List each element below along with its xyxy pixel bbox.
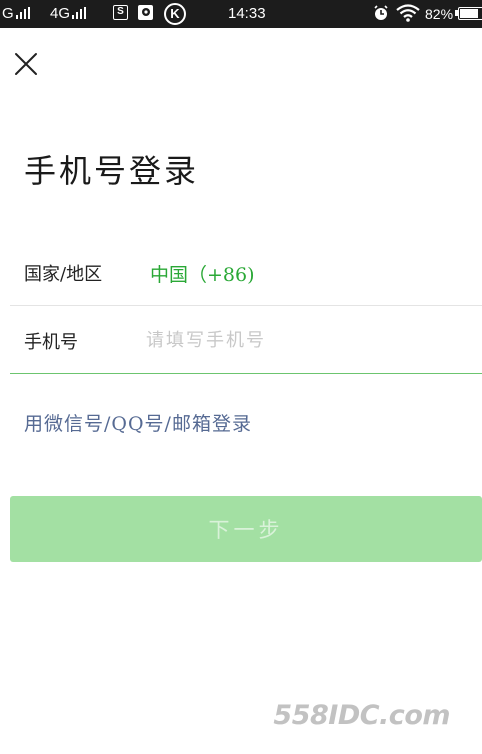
country-value[interactable]: 中国（+86) [150, 260, 255, 287]
app-icon [138, 5, 153, 20]
status-time: 14:33 [228, 5, 266, 22]
country-label: 国家/地区 [24, 264, 103, 285]
status-bar: G 4G S K 14:33 82% [0, 0, 482, 28]
watermark: 558IDC.com [273, 700, 450, 731]
close-icon [15, 53, 37, 75]
signal-icon [15, 7, 31, 19]
alarm-icon [373, 5, 389, 25]
signal-icon [71, 7, 87, 19]
page-title: 手机号登录 [24, 152, 200, 190]
k-icon: K [164, 3, 186, 25]
carrier-signal: G [2, 5, 31, 22]
phone-number-input[interactable] [146, 322, 466, 358]
network-signal: 4G [50, 5, 87, 22]
battery-fill [460, 9, 478, 18]
wifi-icon [396, 4, 420, 26]
battery-percent: 82% [425, 6, 454, 22]
sim-s-icon: S [113, 5, 128, 20]
phone-row: 手机号 [10, 306, 482, 374]
close-button[interactable] [12, 50, 40, 78]
battery-icon [458, 7, 482, 20]
phone-label: 手机号 [24, 332, 78, 353]
country-region-selector[interactable]: 国家/地区 中国（+86) [10, 248, 482, 306]
carrier-label: G [2, 5, 14, 22]
next-button[interactable]: 下一步 [10, 496, 482, 562]
login-screen: G 4G S K 14:33 82% 手机号登录 国家/地区 中国（+86) 手… [0, 0, 482, 754]
alt-login-link[interactable]: 用微信号/QQ号/邮箱登录 [24, 409, 252, 436]
network-label: 4G [50, 5, 71, 22]
